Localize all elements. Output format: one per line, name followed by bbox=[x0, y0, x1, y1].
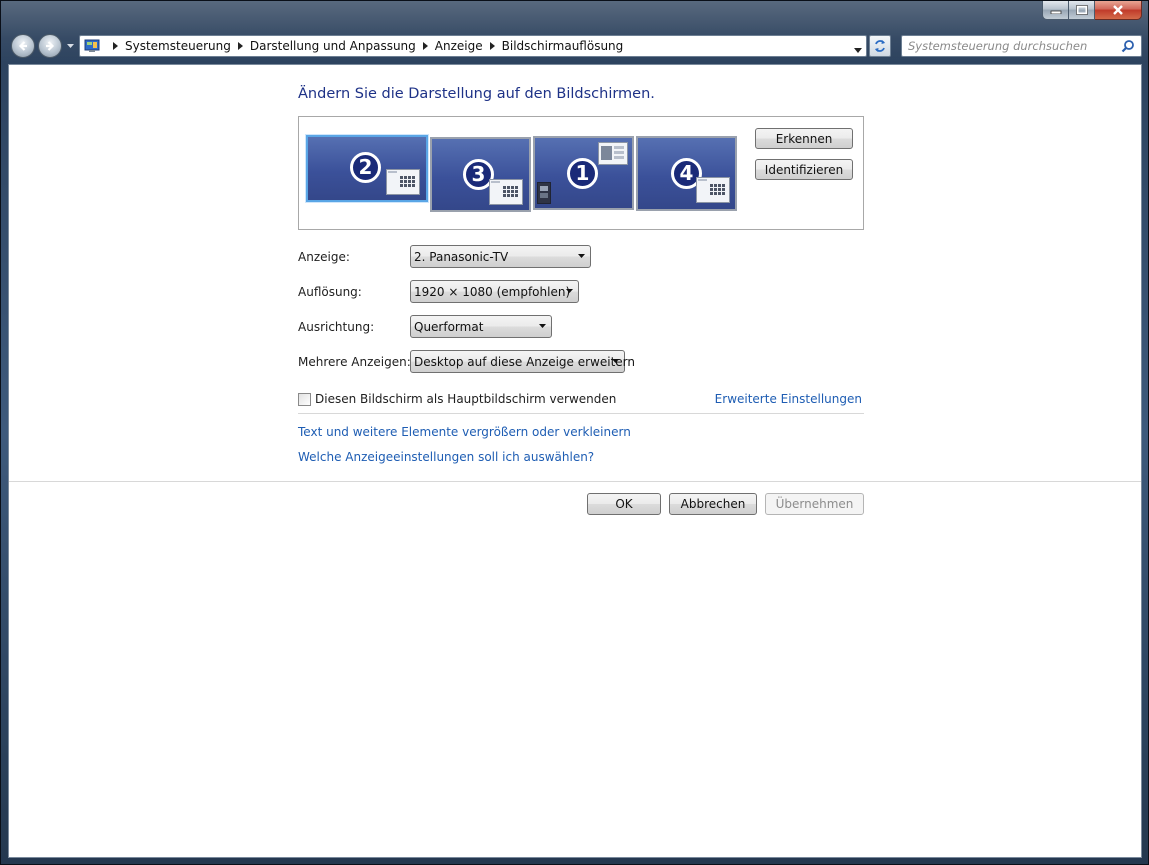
address-dropdown-icon[interactable] bbox=[854, 42, 862, 56]
search-input[interactable] bbox=[908, 39, 1108, 53]
arrow-right-icon bbox=[46, 41, 55, 51]
breadcrumb-arrow-icon[interactable] bbox=[113, 42, 118, 50]
display-thumbnail-icon bbox=[696, 177, 730, 203]
resolution-select[interactable]: 1920 × 1080 (empfohlen) bbox=[410, 280, 579, 303]
breadcrumb-arrow-icon[interactable] bbox=[489, 42, 495, 50]
multiple-displays-label: Mehrere Anzeigen: bbox=[298, 355, 411, 369]
breadcrumb-item[interactable]: Bildschirmauflösung bbox=[502, 39, 624, 53]
gadget-thumbnail-icon bbox=[537, 182, 551, 204]
main-display-checkbox-row[interactable]: Diesen Bildschirm als Hauptbildschirm ve… bbox=[298, 392, 616, 406]
display-thumbnail-icon bbox=[386, 169, 420, 195]
advanced-settings-link[interactable]: Erweiterte Einstellungen bbox=[715, 392, 862, 406]
which-settings-link[interactable]: Welche Anzeigeeinstellungen soll ich aus… bbox=[298, 450, 594, 464]
back-button[interactable] bbox=[11, 34, 35, 58]
chevron-down-icon bbox=[66, 43, 74, 48]
refresh-button[interactable] bbox=[869, 35, 891, 57]
minimize-button[interactable] bbox=[1042, 1, 1069, 20]
monitor-4[interactable]: 4 bbox=[636, 136, 737, 211]
refresh-icon bbox=[875, 40, 885, 52]
apply-button[interactable]: Übernehmen bbox=[765, 493, 864, 515]
monitor-arrangement-panel: 2 3 1 4 Erkennen Identifizieren bbox=[298, 116, 864, 230]
chevron-down-icon bbox=[566, 289, 573, 293]
main-display-checkbox-label[interactable]: Diesen Bildschirm als Hauptbildschirm ve… bbox=[315, 392, 616, 406]
monitor-number: 1 bbox=[567, 158, 598, 189]
orientation-label: Ausrichtung: bbox=[298, 320, 375, 334]
monitor-3[interactable]: 3 bbox=[430, 137, 531, 212]
breadcrumb-item[interactable]: Darstellung und Anpassung bbox=[250, 39, 416, 53]
cancel-button[interactable]: Abbrechen bbox=[669, 493, 757, 515]
minimize-icon bbox=[1050, 10, 1061, 14]
close-button[interactable] bbox=[1095, 1, 1142, 20]
dialog-divider bbox=[9, 481, 1141, 482]
resolution-label: Auflösung: bbox=[298, 285, 362, 299]
maximize-icon bbox=[1075, 5, 1088, 15]
resolution-select-value: 1920 × 1080 (empfohlen) bbox=[414, 284, 571, 299]
address-bar[interactable]: Systemsteuerung Darstellung und Anpassun… bbox=[79, 35, 867, 57]
arrow-left-icon bbox=[18, 41, 27, 51]
text-size-link[interactable]: Text und weitere Elemente vergrößern ode… bbox=[298, 425, 631, 439]
detect-button[interactable]: Erkennen bbox=[755, 128, 853, 149]
forward-button[interactable] bbox=[38, 34, 62, 58]
breadcrumb-item[interactable]: Anzeige bbox=[435, 39, 483, 53]
monitor-2[interactable]: 2 bbox=[306, 135, 428, 202]
taskbar-thumbnail-icon bbox=[598, 142, 628, 165]
ok-button[interactable]: OK bbox=[587, 493, 661, 515]
chevron-down-icon bbox=[612, 359, 619, 363]
caption-buttons bbox=[1042, 1, 1142, 20]
content-area: Ändern Sie die Darstellung auf den Bilds… bbox=[8, 64, 1142, 858]
breadcrumb-item[interactable]: Systemsteuerung bbox=[125, 39, 231, 53]
divider bbox=[298, 413, 864, 414]
orientation-select-value: Querformat bbox=[414, 319, 484, 334]
maximize-button[interactable] bbox=[1069, 1, 1095, 20]
multiple-displays-select-value: Desktop auf diese Anzeige erweitern bbox=[414, 354, 635, 369]
control-panel-icon bbox=[84, 39, 100, 53]
breadcrumb-arrow-icon[interactable] bbox=[422, 42, 428, 50]
breadcrumb-arrow-icon[interactable] bbox=[237, 42, 243, 50]
close-icon bbox=[1113, 5, 1123, 15]
monitor-number: 2 bbox=[350, 152, 381, 183]
identify-button[interactable]: Identifizieren bbox=[755, 159, 853, 180]
page-title: Ändern Sie die Darstellung auf den Bilds… bbox=[298, 86, 655, 102]
search-icon[interactable] bbox=[1121, 39, 1135, 56]
chevron-down-icon bbox=[539, 324, 546, 328]
main-display-checkbox[interactable] bbox=[298, 392, 311, 406]
display-select[interactable]: 2. Panasonic-TV bbox=[410, 245, 591, 268]
chevron-down-icon bbox=[578, 254, 585, 258]
orientation-select[interactable]: Querformat bbox=[410, 315, 552, 338]
multiple-displays-select[interactable]: Desktop auf diese Anzeige erweitern bbox=[410, 350, 635, 373]
search-box[interactable] bbox=[901, 35, 1142, 57]
window: Systemsteuerung Darstellung und Anpassun… bbox=[0, 0, 1149, 865]
display-label: Anzeige: bbox=[298, 250, 350, 264]
display-thumbnail-icon bbox=[489, 179, 523, 205]
display-select-value: 2. Panasonic-TV bbox=[414, 249, 509, 264]
monitor-1[interactable]: 1 bbox=[533, 136, 634, 210]
recent-pages-button[interactable] bbox=[65, 41, 75, 51]
